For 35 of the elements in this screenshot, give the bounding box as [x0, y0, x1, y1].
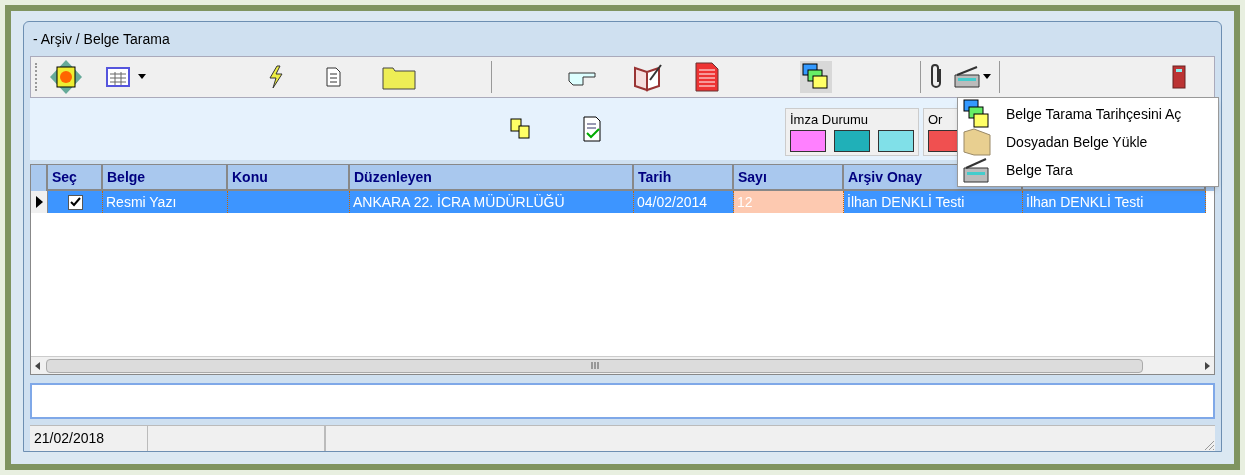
horizontal-scrollbar[interactable] — [31, 356, 1214, 374]
grip-icon — [590, 362, 599, 369]
scroll-right-icon[interactable] — [1205, 361, 1210, 370]
scanner-icon[interactable] — [953, 65, 983, 89]
window-title: - Arşiv / Belge Tarama — [32, 29, 171, 49]
lightning-icon[interactable] — [267, 65, 285, 89]
menu-item[interactable]: Belge Tarama Tarihçesini Aç — [958, 100, 1218, 128]
table-icon[interactable] — [106, 67, 130, 87]
legend-label: İmza Durumu — [790, 111, 870, 128]
navigation-icon[interactable] — [49, 59, 83, 95]
legend-label: Or — [928, 111, 944, 128]
folders-icon — [962, 98, 992, 130]
striped-document-icon[interactable] — [694, 62, 720, 92]
door-icon[interactable] — [1172, 65, 1186, 89]
folder-icon[interactable] — [382, 64, 416, 90]
table-cell: 12 — [734, 191, 844, 213]
checkbox[interactable] — [67, 194, 83, 210]
scroll-left-icon[interactable] — [35, 361, 40, 370]
caret-icon[interactable] — [138, 74, 146, 80]
status-date: 21/02/2018 — [30, 426, 148, 451]
folder-icon — [962, 126, 992, 158]
resize-grip-icon[interactable] — [1203, 439, 1215, 451]
checked-document-icon[interactable] — [582, 116, 602, 142]
menu-item[interactable]: Dosyadan Belge Yükle — [958, 128, 1218, 156]
table-cell: ANKARA 22. İCRA MÜDÜRLÜĞÜ — [350, 191, 634, 213]
copy-icon[interactable] — [510, 118, 532, 140]
book-icon[interactable] — [632, 62, 664, 92]
scanner-icon — [962, 156, 992, 184]
caret-icon[interactable] — [983, 74, 991, 80]
table-cell: 04/02/2014 — [634, 191, 734, 213]
folders-icon[interactable] — [800, 61, 832, 93]
table-cell: Resmi Yazı — [103, 191, 228, 213]
table-cell: İlhan DENKLİ Testi — [844, 191, 1023, 213]
input-field[interactable] — [30, 383, 1215, 419]
table-cell: İlhan DENKLİ Testi — [1023, 191, 1206, 213]
